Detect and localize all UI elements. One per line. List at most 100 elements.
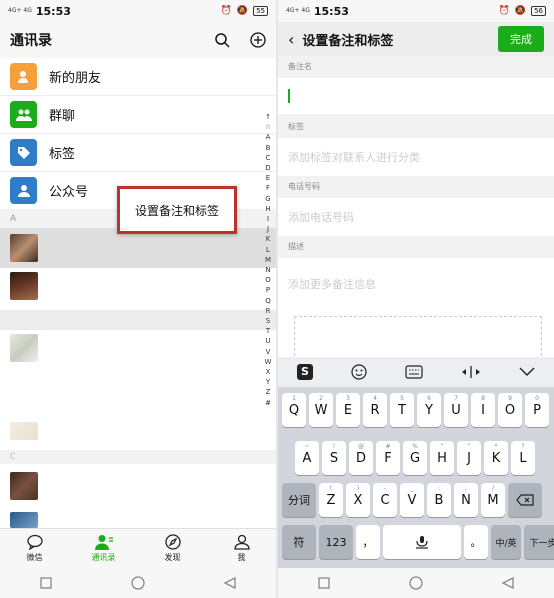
key-m[interactable]: / M: [481, 483, 505, 517]
home-icon[interactable]: [409, 576, 423, 590]
sogou-logo-icon[interactable]: S: [297, 364, 313, 380]
tab-discover[interactable]: 发现: [138, 529, 207, 568]
period-key[interactable]: 。: [464, 525, 488, 559]
cursor-move-icon[interactable]: [461, 365, 481, 379]
add-icon[interactable]: [250, 32, 266, 48]
key-e[interactable]: 3E: [336, 393, 360, 427]
key-x[interactable]: ) X: [346, 483, 370, 517]
comma-key[interactable]: ，: [356, 525, 380, 559]
symbol-key[interactable]: 符: [282, 525, 316, 559]
tags-field[interactable]: 添加标签对联系人进行分类: [278, 138, 554, 176]
backspace-key[interactable]: [508, 483, 542, 517]
search-icon[interactable]: [214, 32, 230, 48]
language-toggle-key[interactable]: 中/英: [491, 525, 521, 559]
key-f[interactable]: # F: [376, 441, 400, 475]
next-step-key[interactable]: 下一步: [524, 525, 554, 559]
add-photo-area[interactable]: [294, 316, 542, 356]
index-letter[interactable]: N: [262, 265, 274, 275]
index-letter[interactable]: X: [262, 367, 274, 377]
key-l[interactable]: ? L: [511, 441, 535, 475]
index-letter[interactable]: Z: [262, 387, 274, 397]
new-friends-item[interactable]: 新的朋友: [0, 58, 276, 96]
done-button[interactable]: 完成: [498, 26, 544, 52]
contact-row[interactable]: [0, 330, 276, 370]
key-u[interactable]: 7U: [444, 393, 468, 427]
index-letter[interactable]: G: [262, 194, 274, 204]
index-letter[interactable]: T: [262, 326, 274, 336]
index-letter[interactable]: L: [262, 245, 274, 255]
set-remark-option[interactable]: 设置备注和标签: [135, 202, 219, 219]
key-b[interactable]: :B: [427, 483, 451, 517]
index-letter[interactable]: M: [262, 255, 274, 265]
key-z[interactable]: (Z: [319, 483, 343, 517]
index-letter[interactable]: C: [262, 153, 274, 163]
key-r[interactable]: 4R: [363, 393, 387, 427]
key-a[interactable]: ~ A: [295, 441, 319, 475]
home-icon[interactable]: [131, 576, 145, 590]
key-h[interactable]: " H: [430, 441, 454, 475]
contact-row[interactable]: [0, 228, 276, 268]
context-menu-set-remark[interactable]: 设置备注和标签: [117, 186, 237, 234]
index-letter[interactable]: D: [262, 163, 274, 173]
key-n[interactable]: ; N: [454, 483, 478, 517]
number-key[interactable]: 123: [319, 525, 353, 559]
index-letter[interactable]: ↑: [262, 112, 274, 122]
key-c[interactable]: -C: [373, 483, 397, 517]
tab-me[interactable]: 我: [207, 529, 276, 568]
alphabet-index[interactable]: ↑ ☆ A B C D E F G H I J K L M N O P Q R S T U V W X Y Z #: [262, 112, 274, 408]
group-chats-item[interactable]: 群聊: [0, 96, 276, 134]
tags-item[interactable]: 标签: [0, 134, 276, 172]
collapse-keyboard-icon[interactable]: [519, 367, 535, 377]
index-letter[interactable]: Q: [262, 296, 274, 306]
contact-row[interactable]: [0, 268, 276, 308]
key-s[interactable]: ! S: [322, 441, 346, 475]
contact-row[interactable]: [0, 508, 276, 528]
index-letter[interactable]: F: [262, 183, 274, 193]
recents-icon[interactable]: [40, 577, 52, 589]
key-d[interactable]: @ D: [349, 441, 373, 475]
keyboard-icon[interactable]: [405, 365, 423, 379]
index-letter[interactable]: W: [262, 357, 274, 367]
index-letter[interactable]: P: [262, 285, 274, 295]
key-i[interactable]: 8I: [471, 393, 495, 427]
index-letter[interactable]: Y: [262, 377, 274, 387]
remark-name-input[interactable]: [278, 78, 554, 114]
back-nav-icon[interactable]: [502, 577, 514, 589]
key-k[interactable]: * K: [484, 441, 508, 475]
key-t[interactable]: 5T: [390, 393, 414, 427]
key-o[interactable]: 9O: [498, 393, 522, 427]
phone-field[interactable]: 添加电话号码: [278, 198, 554, 236]
index-letter[interactable]: E: [262, 173, 274, 183]
key-secondary-char: (: [329, 485, 333, 492]
index-letter[interactable]: ☆: [262, 122, 274, 132]
index-letter[interactable]: I: [262, 214, 274, 224]
contact-row[interactable]: [0, 468, 276, 508]
index-letter[interactable]: O: [262, 275, 274, 285]
key-p[interactable]: 0P: [525, 393, 549, 427]
index-letter[interactable]: U: [262, 336, 274, 346]
fenci-key[interactable]: 分词: [282, 483, 316, 517]
index-letter[interactable]: B: [262, 143, 274, 153]
index-letter[interactable]: S: [262, 316, 274, 326]
key-w[interactable]: 2W: [309, 393, 333, 427]
key-g[interactable]: % G: [403, 441, 427, 475]
contact-row[interactable]: [0, 420, 276, 444]
index-letter[interactable]: R: [262, 306, 274, 316]
key-q[interactable]: 1Q: [282, 393, 306, 427]
index-letter[interactable]: J: [262, 224, 274, 234]
back-nav-icon[interactable]: [224, 577, 236, 589]
index-letter[interactable]: V: [262, 347, 274, 357]
back-arrow-icon[interactable]: ‹: [288, 30, 294, 49]
space-key[interactable]: [383, 525, 461, 559]
key-j[interactable]: " J: [457, 441, 481, 475]
key-v[interactable]: _ V: [400, 483, 424, 517]
index-letter[interactable]: H: [262, 204, 274, 214]
index-letter[interactable]: A: [262, 132, 274, 142]
tab-contacts[interactable]: 通讯录: [69, 529, 138, 568]
recents-icon[interactable]: [318, 577, 330, 589]
key-y[interactable]: 6Y: [417, 393, 441, 427]
tab-chats[interactable]: 微信: [0, 529, 69, 568]
index-letter[interactable]: K: [262, 234, 274, 244]
index-letter[interactable]: #: [262, 398, 274, 408]
emoji-icon[interactable]: [351, 364, 367, 380]
